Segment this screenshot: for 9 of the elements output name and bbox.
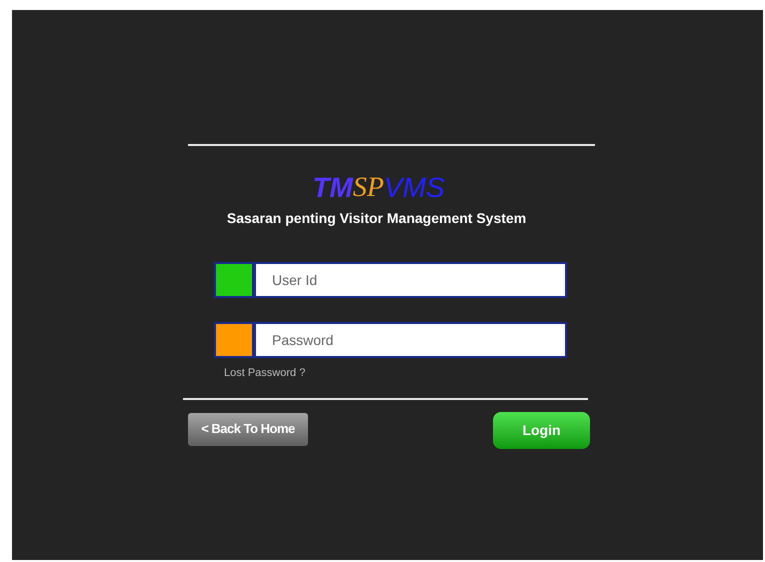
back-to-home-button[interactable]: < Back To Home bbox=[188, 412, 308, 446]
logo-text: SP bbox=[352, 174, 384, 202]
user-id-field[interactable]: User Id bbox=[254, 262, 567, 298]
subtitle: Sasaran penting Visitor Management System bbox=[226, 209, 526, 228]
logo-text: TM bbox=[312, 174, 353, 202]
logo-text: VMS bbox=[384, 174, 445, 202]
password-field[interactable]: Password bbox=[254, 322, 567, 358]
lost-password-link[interactable]: Lost Password ? bbox=[224, 365, 306, 382]
login-button[interactable]: Login bbox=[493, 412, 590, 448]
